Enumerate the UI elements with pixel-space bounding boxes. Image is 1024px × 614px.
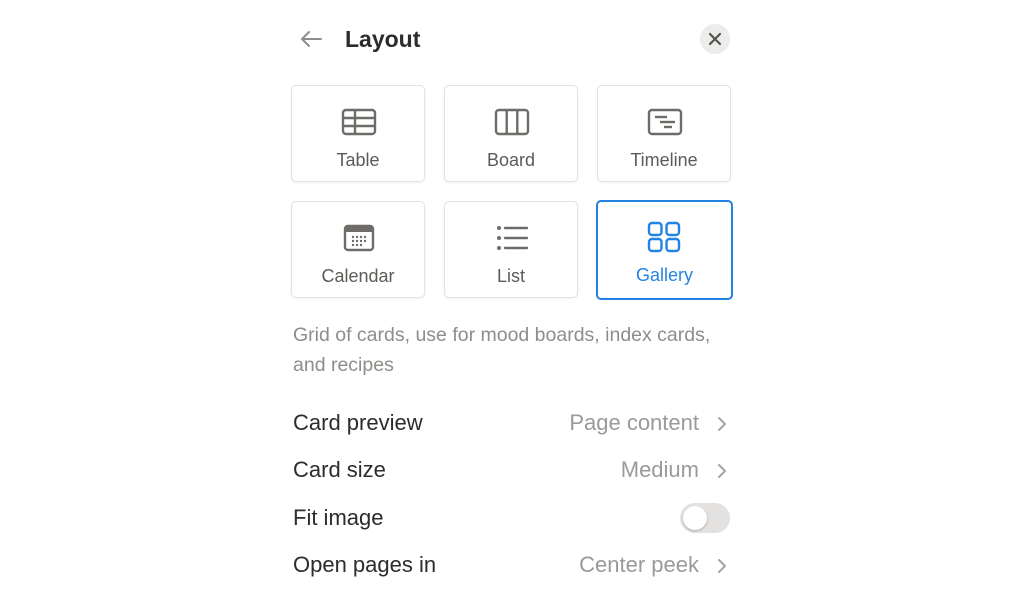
arrow-left-icon (301, 31, 322, 47)
fit-image-setting: Fit image (293, 501, 733, 537)
layout-description: Grid of cards, use for mood boards, inde… (293, 324, 711, 376)
setting-label: Card size (293, 457, 386, 482)
calendar-icon (343, 224, 375, 252)
fit-image-toggle[interactable] (680, 503, 730, 533)
toggle-knob (683, 506, 707, 530)
setting-label: Card preview (293, 410, 423, 435)
layout-option-table[interactable]: Table (291, 85, 425, 182)
panel-title: Layout (345, 26, 421, 52)
layout-option-label: Gallery (635, 265, 693, 285)
layout-option-timeline[interactable]: Timeline (597, 85, 731, 182)
setting-value: Center peek (579, 552, 699, 577)
layout-option-label: List (496, 266, 525, 286)
layout-panel: Layout Table Board Timeline Calendar Lis… (290, 0, 734, 614)
timeline-icon (647, 108, 683, 136)
close-button[interactable] (700, 24, 730, 54)
chevron-right-icon (718, 464, 726, 478)
layout-option-label: Table (336, 150, 380, 170)
layout-option-board[interactable]: Board (444, 85, 578, 182)
board-icon (494, 108, 530, 136)
open-pages-in-setting[interactable]: Open pages in Center peek (293, 548, 733, 584)
close-icon (708, 32, 722, 46)
layout-option-calendar[interactable]: Calendar (291, 201, 425, 298)
layout-option-label: Board (486, 150, 536, 170)
layout-option-gallery[interactable]: Gallery (596, 200, 733, 300)
setting-value: Page content (569, 410, 699, 435)
setting-label: Fit image (293, 505, 384, 530)
layout-option-label: Timeline (630, 150, 698, 170)
chevron-right-icon (718, 417, 726, 431)
gallery-icon (647, 221, 681, 253)
card-size-setting[interactable]: Card size Medium (293, 453, 733, 489)
setting-label: Open pages in (293, 552, 437, 577)
card-preview-setting[interactable]: Card preview Page content (293, 406, 733, 442)
list-icon (497, 226, 529, 250)
table-icon (341, 108, 377, 136)
chevron-right-icon (718, 559, 726, 573)
layout-option-list[interactable]: List (444, 201, 578, 298)
setting-value: Medium (620, 457, 699, 482)
back-button[interactable] (296, 24, 326, 54)
layout-option-label: Calendar (321, 266, 395, 286)
panel-header: Layout (290, 18, 734, 60)
